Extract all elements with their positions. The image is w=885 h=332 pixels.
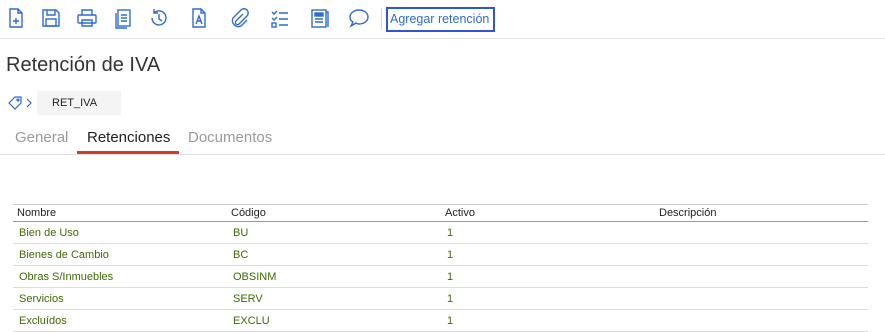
- cell-activo: 1: [447, 271, 454, 283]
- cell-codigo: OBSINM: [233, 271, 277, 283]
- history-icon[interactable]: [148, 7, 170, 29]
- toolbar-separator: [381, 8, 382, 30]
- cell-nombre: Obras S/Inmuebles: [19, 271, 114, 283]
- toolbar: Agregar retención: [0, 0, 885, 39]
- table-row[interactable]: Bien de Uso BU 1: [13, 222, 868, 244]
- cell-activo: 1: [447, 293, 454, 305]
- column-header-descripcion[interactable]: Descripción: [659, 207, 716, 219]
- cell-nombre: Bien de Uso: [19, 227, 79, 239]
- table-row[interactable]: Excluídos EXCLU 1: [13, 310, 868, 332]
- page-title: Retención de IVA: [6, 54, 161, 76]
- comment-icon[interactable]: [348, 7, 370, 29]
- column-header-codigo[interactable]: Código: [231, 207, 266, 219]
- column-header-activo[interactable]: Activo: [445, 207, 475, 219]
- new-document-icon[interactable]: [5, 7, 27, 29]
- tab-documentos[interactable]: Documentos: [188, 126, 272, 154]
- cell-activo: 1: [447, 249, 454, 261]
- cell-activo: 1: [447, 227, 454, 239]
- record-code: RET_IVA: [37, 91, 121, 115]
- tab-retenciones[interactable]: Retenciones: [77, 126, 179, 154]
- table-row[interactable]: Obras S/Inmuebles OBSINM 1: [13, 266, 868, 288]
- checklist-icon[interactable]: [269, 7, 291, 29]
- table-row[interactable]: Bienes de Cambio BC 1: [13, 244, 868, 266]
- cell-codigo: SERV: [233, 293, 263, 305]
- table-row[interactable]: Servicios SERV 1: [13, 288, 868, 310]
- attachment-icon[interactable]: [228, 7, 250, 29]
- tab-bar: General Retenciones Documentos: [0, 126, 885, 155]
- retentions-table: Nombre Código Activo Descripción Bien de…: [13, 204, 868, 332]
- tab-general[interactable]: General: [15, 126, 68, 154]
- table-header: Nombre Código Activo Descripción: [13, 204, 868, 222]
- print-icon[interactable]: [76, 7, 98, 29]
- cell-nombre: Bienes de Cambio: [19, 249, 109, 261]
- cell-codigo: BU: [233, 227, 249, 239]
- column-header-nombre[interactable]: Nombre: [17, 207, 56, 219]
- report-icon[interactable]: [308, 7, 330, 29]
- cell-nombre: Servicios: [19, 293, 64, 305]
- save-icon[interactable]: [40, 7, 62, 29]
- cell-activo: 1: [447, 315, 454, 327]
- chevron-right-icon: [26, 98, 32, 108]
- cell-nombre: Excluídos: [19, 315, 67, 327]
- tag-icon: [8, 96, 22, 110]
- add-retention-button[interactable]: Agregar retención: [386, 7, 495, 32]
- copy-icon[interactable]: [112, 7, 134, 29]
- cell-codigo: BC: [233, 249, 249, 261]
- text-document-icon[interactable]: [188, 7, 210, 29]
- cell-codigo: EXCLU: [233, 315, 270, 327]
